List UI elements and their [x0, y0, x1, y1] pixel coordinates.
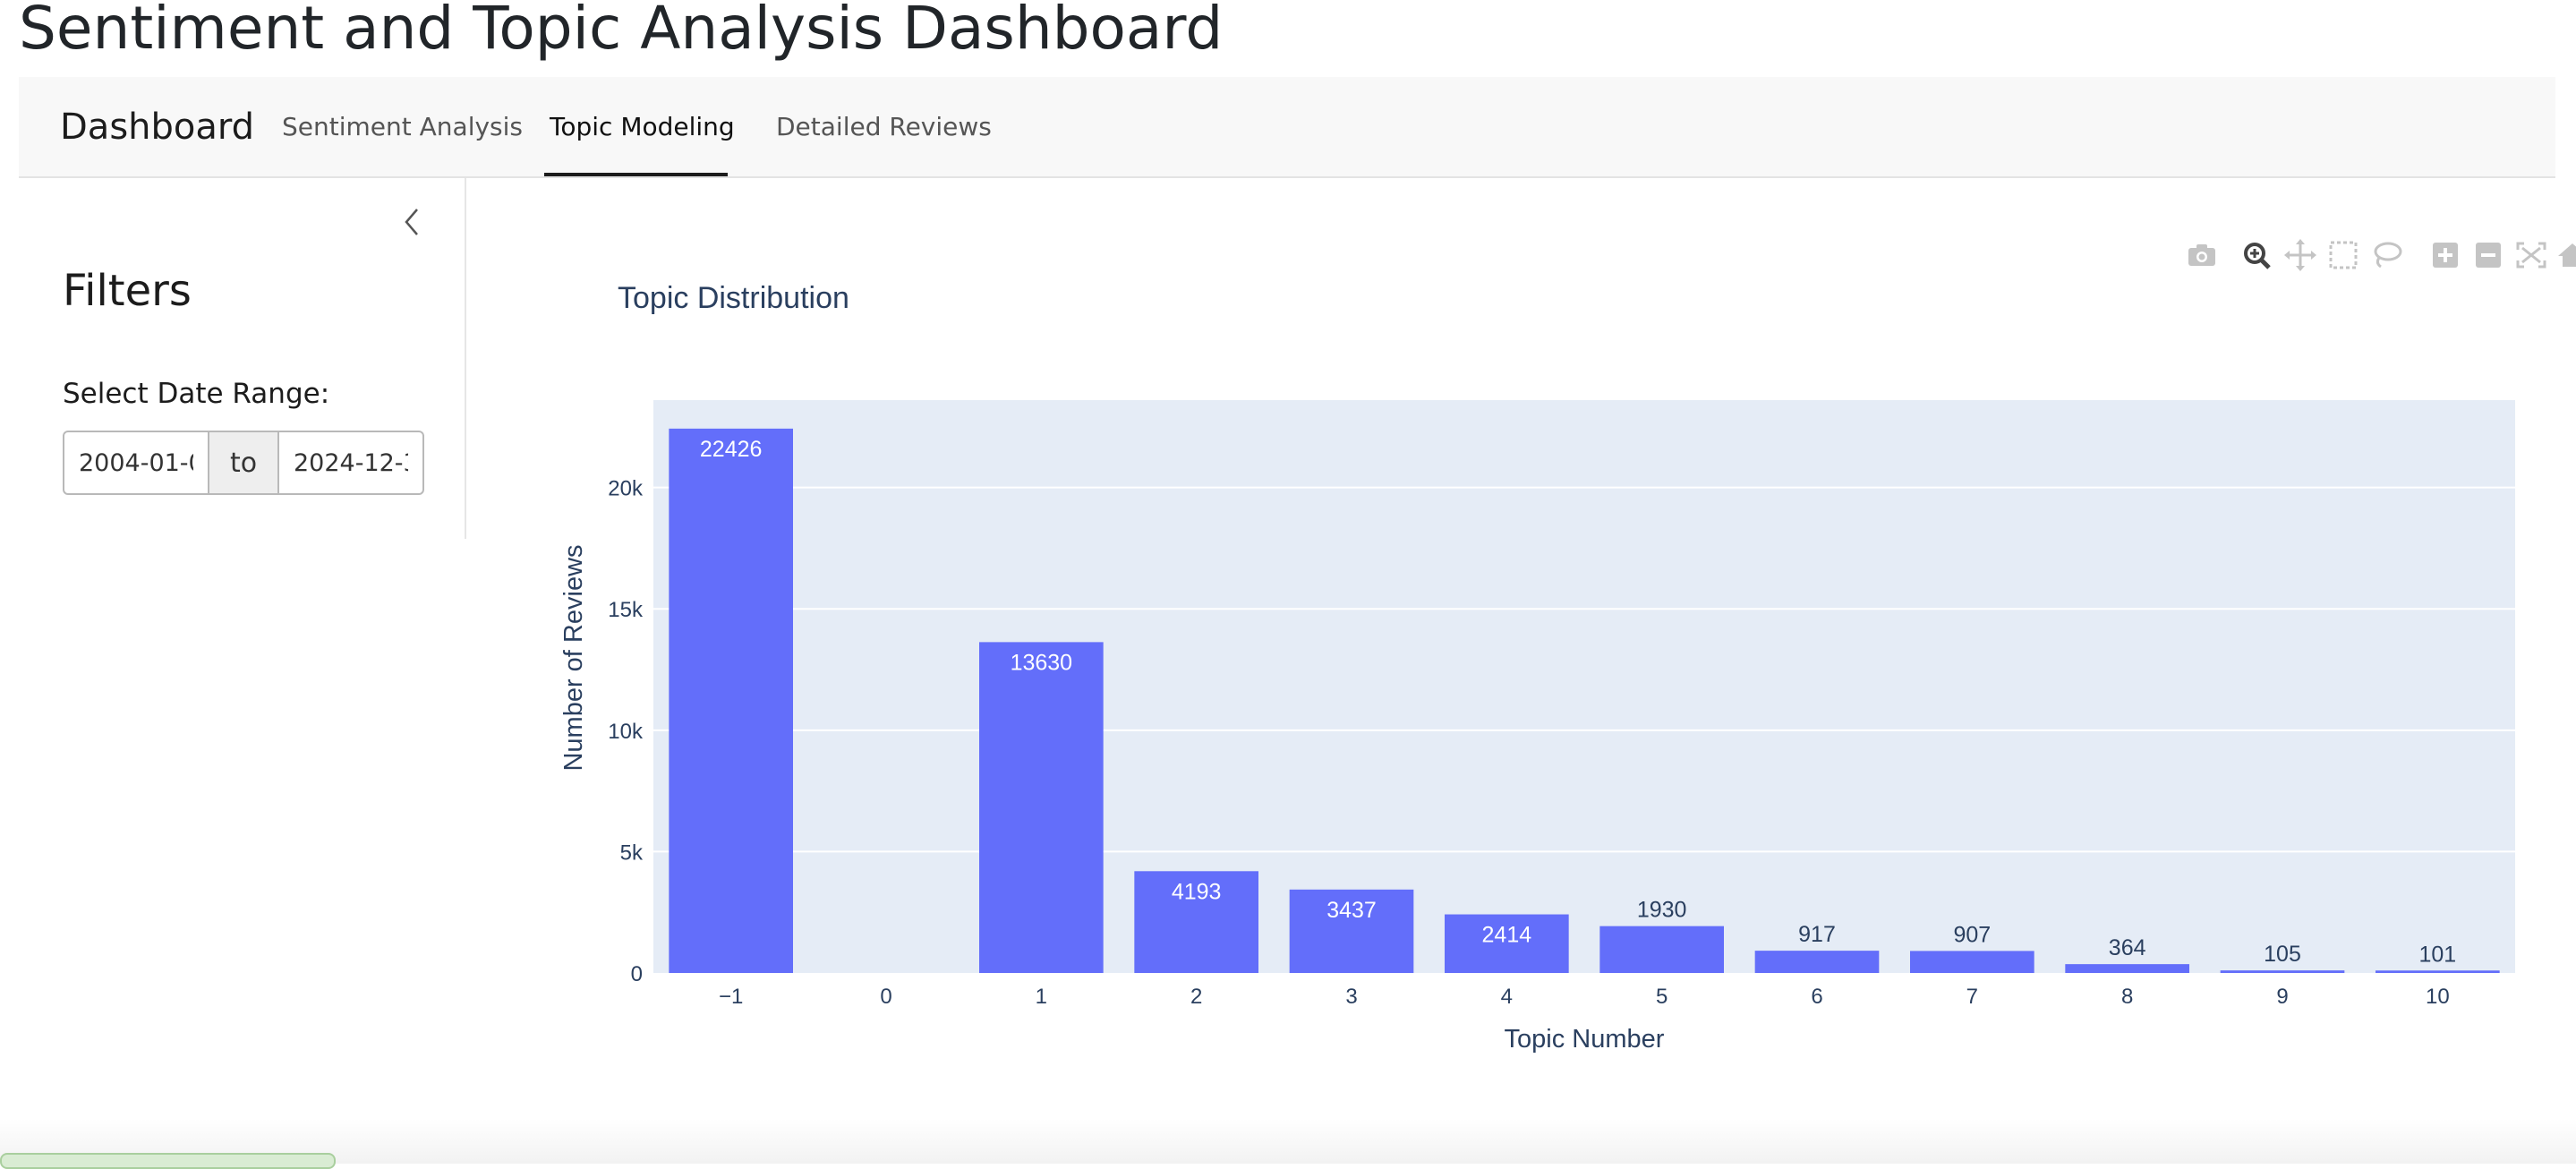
x-tick-label: 8 [2121, 985, 2133, 1009]
date-range-separator: to [209, 431, 277, 495]
end-date-input[interactable] [277, 431, 424, 495]
navbar-brand[interactable]: Dashboard [60, 102, 254, 152]
bar-value-label: 364 [2109, 935, 2146, 960]
chevron-left-icon[interactable] [399, 207, 426, 237]
bar-value-label: 917 [1798, 922, 1836, 947]
x-axis-title: Topic Number [1505, 1025, 1665, 1054]
x-tick-label: 7 [1966, 985, 1978, 1009]
x-tick-label: 10 [2426, 985, 2450, 1009]
active-tab-indicator [544, 173, 728, 176]
x-tick-label: 9 [2276, 985, 2288, 1009]
date-range-label: Select Date Range: [63, 378, 330, 410]
tab-sentiment-analysis[interactable]: Sentiment Analysis [282, 109, 523, 145]
bar[interactable] [979, 642, 1104, 973]
chart-title: Topic Distribution [618, 281, 849, 315]
bar-value-label: 1930 [1637, 898, 1687, 923]
x-tick-label: 1 [1036, 985, 1047, 1009]
y-tick-label: 15k [608, 598, 644, 622]
tab-topic-modeling[interactable]: Topic Modeling [550, 109, 735, 145]
x-tick-label: −1 [719, 985, 743, 1009]
bar-value-label: 907 [1953, 922, 1991, 947]
x-tick-label: 3 [1345, 985, 1357, 1009]
x-tick-label: 4 [1501, 985, 1513, 1009]
bar[interactable] [2220, 970, 2345, 973]
filters-sidebar: Filters Select Date Range: to [19, 178, 466, 539]
plot-background [653, 400, 2515, 973]
date-range-picker: to [63, 431, 424, 495]
bar[interactable] [2065, 964, 2189, 973]
notification-toast[interactable] [0, 1153, 336, 1169]
bar-value-label: 4193 [1172, 879, 1222, 904]
page-title: Sentiment and Topic Analysis Dashboard [19, 0, 1224, 63]
bar[interactable] [1599, 926, 1724, 973]
topic-distribution-chart: 22426136304193343724141930917 907364 105 10… [559, 281, 2515, 1054]
x-tick-label: 2 [1190, 985, 1202, 1009]
bar[interactable] [2376, 970, 2500, 973]
footer-shadow [0, 1119, 2576, 1164]
y-axis-title: Number of Reviews [559, 544, 588, 771]
y-axis-ticks: 0 5k 10k 15k 20k [608, 477, 644, 986]
bar-value-label: 2414 [1482, 923, 1532, 948]
bar[interactable] [1754, 951, 1880, 973]
navbar: Dashboard Sentiment Analysis Topic Model… [19, 77, 2555, 178]
x-axis-ticks: −1 0 1 2 3 4 5 6 7 8 9 10 [719, 985, 2450, 1009]
filters-title: Filters [63, 266, 192, 316]
bar-value-label: 101 [2418, 942, 2456, 967]
bar-value-label: 13630 [1011, 650, 1073, 675]
y-tick-label: 20k [608, 477, 644, 501]
bar-value-label: 22426 [700, 437, 763, 462]
start-date-input[interactable] [63, 431, 209, 495]
y-tick-label: 0 [631, 962, 643, 986]
bar[interactable] [669, 428, 793, 973]
bar-value-label: 3437 [1326, 898, 1377, 923]
x-tick-label: 6 [1811, 985, 1822, 1009]
x-tick-label: 5 [1656, 985, 1668, 1009]
tab-detailed-reviews[interactable]: Detailed Reviews [776, 109, 992, 145]
y-tick-label: 5k [620, 840, 644, 865]
x-tick-label: 0 [880, 985, 891, 1009]
y-tick-label: 10k [608, 720, 644, 744]
bar-value-label: 105 [2264, 942, 2301, 967]
bar[interactable] [1910, 951, 2034, 973]
